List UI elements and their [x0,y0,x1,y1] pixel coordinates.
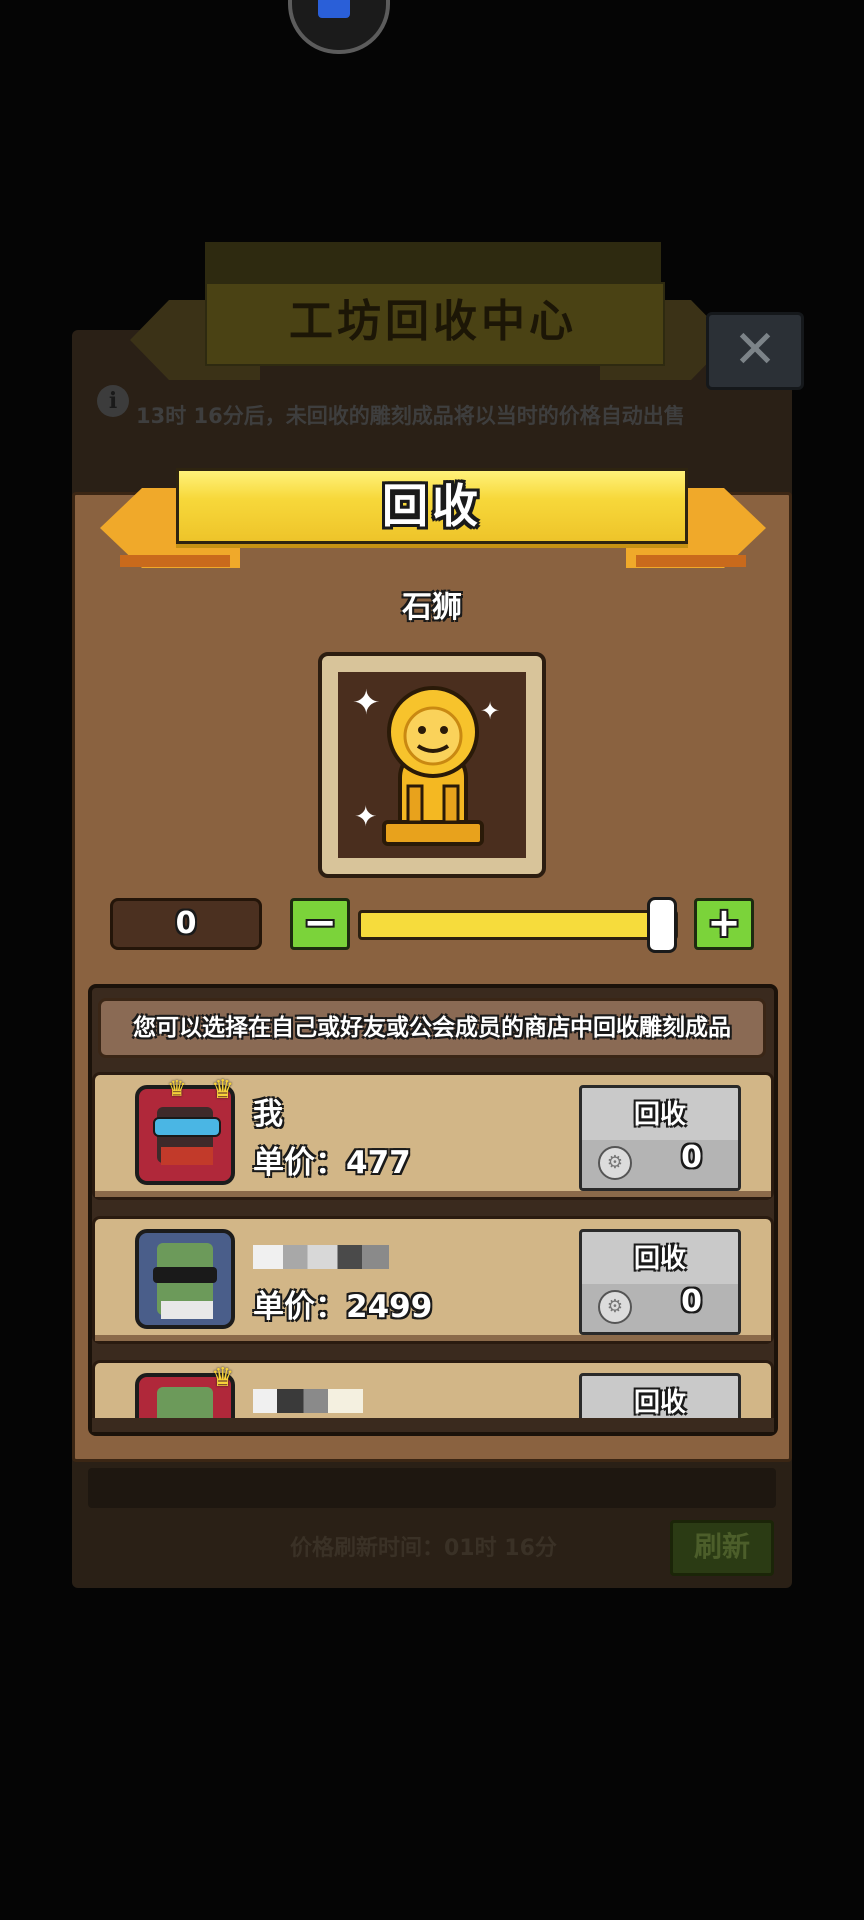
recycle-count: 0 [681,1284,702,1319]
recycle-button[interactable]: 回收 ⚙ 0 [579,1085,741,1191]
bookmark-icon [318,0,350,18]
background-list-strip [88,1468,776,1508]
recycle-button-label: 回收 [633,1100,686,1130]
owner-name: 我 [253,1097,283,1132]
quantity-value[interactable]: 0 [110,898,262,950]
unit-price: 单价：477 [253,1137,411,1182]
row-divider [95,1191,771,1197]
list-item: 单价：2499 回收 ⚙ 0 [92,1216,774,1344]
title-ribbon-right-shadow [636,555,746,567]
golden-lion-statue-icon [382,686,484,846]
recycle-count: 0 [681,1140,702,1175]
owner-name-blurred [253,1245,389,1269]
close-button[interactable]: ✕ [706,312,804,390]
crown-icon: ♛ [211,1363,235,1393]
crown-icon: ♛ [167,1077,187,1102]
list-item: ♛ 回收 [92,1360,774,1420]
modal-title: 回收 [382,479,482,533]
unit-price-value: 2499 [346,1289,433,1325]
plus-button[interactable]: + [694,898,754,950]
coin-icon: ⚙ [598,1146,632,1180]
list-item: ♛ ♛ 我 单价：477 回收 ⚙ 0 [92,1072,774,1200]
list-item-clip: ♛ 回收 [92,1360,774,1420]
background-title: 工坊回收中心 [289,296,577,347]
sparkle-icon: ✦ [480,697,501,725]
info-icon: i [97,385,129,417]
unit-price: 单价：2499 [253,1281,432,1326]
price-refresh-time: 价格刷新时间：01时 16分 [290,1536,557,1561]
quantity-slider[interactable] [358,910,678,940]
recycle-notice: 您可以选择在自己或好友或公会成员的商店中回收雕刻成品 [98,998,766,1058]
row-divider [95,1335,771,1341]
item-name: 石狮 [402,590,462,625]
recycle-button[interactable]: 回收 ⚙ 0 [579,1229,741,1335]
minus-button[interactable]: − [290,898,350,950]
avatar [135,1229,235,1329]
owner-name-blurred [253,1389,363,1413]
sparkle-icon: ✦ [354,800,378,833]
recycle-button-label: 回收 [633,1388,686,1418]
title-ribbon-left-shadow [120,555,230,567]
unit-price-value: 477 [346,1145,411,1181]
auto-sell-info: 13时 16分后，未回收的雕刻成品将以当时的价格自动出售 [136,404,685,428]
refresh-button[interactable]: 刷新 [670,1520,774,1576]
coin-icon: ⚙ [598,1290,632,1324]
background-banner-top [205,242,661,282]
unit-price-label: 单价： [253,1145,346,1181]
slider-handle[interactable] [647,897,677,953]
crown-icon: ♛ [211,1075,235,1105]
sparkle-icon: ✦ [352,683,381,723]
unit-price-label: 单价： [253,1289,346,1325]
list-bottom-edge [92,1418,774,1432]
recycle-button-label: 回收 [633,1244,686,1274]
recycle-button[interactable]: 回收 [579,1373,741,1420]
